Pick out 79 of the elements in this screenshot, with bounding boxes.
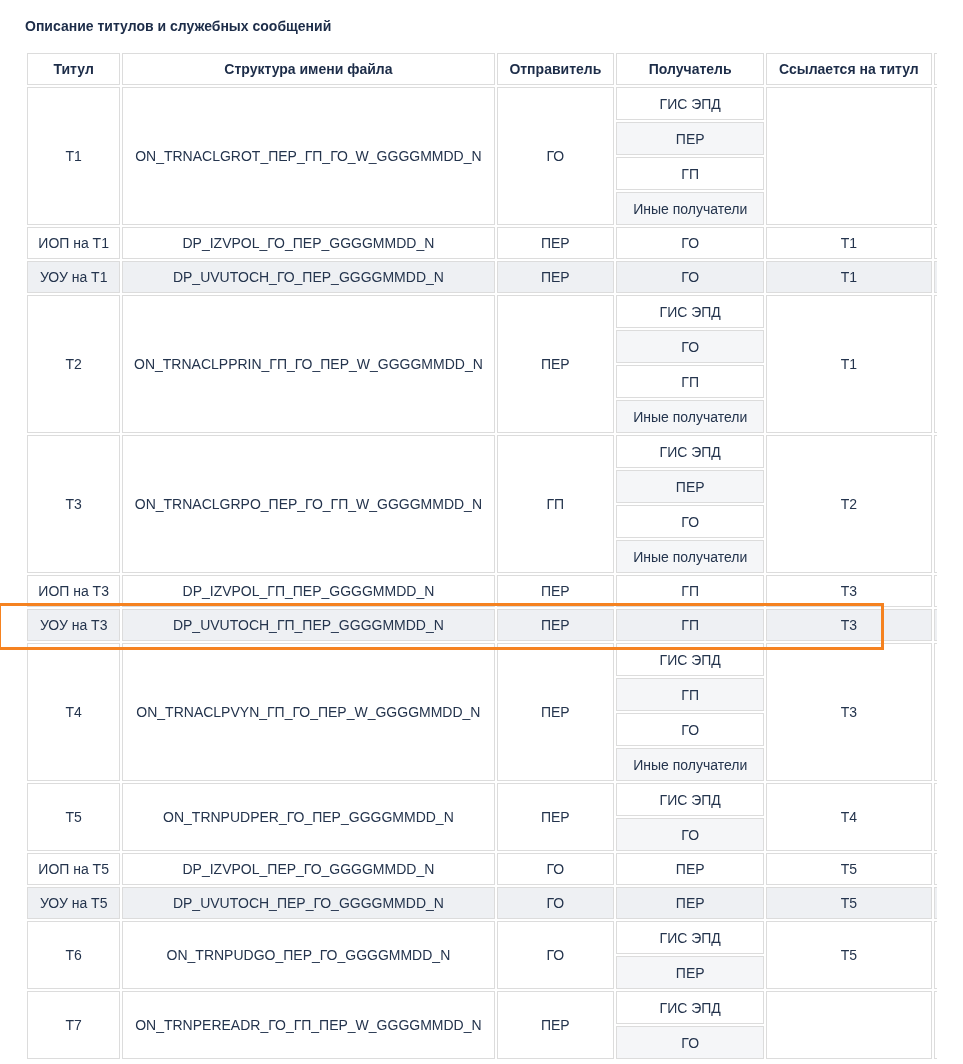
table-cell: Т5 bbox=[27, 783, 121, 851]
table-cell: Т5 bbox=[766, 887, 932, 919]
table-cell: ПЕР bbox=[496, 783, 615, 851]
table-cell: ГИС ЭПД bbox=[616, 921, 765, 954]
table-cell: DP_IZVPOL_ГП_ПЕР_GGGGMMDD_N bbox=[122, 575, 495, 607]
column-header: Титул bbox=[27, 53, 121, 85]
table-cell: ГИС ЭПД bbox=[616, 991, 765, 1024]
table-cell: Иные получатели bbox=[616, 192, 765, 225]
table-cell: ПЕР bbox=[616, 122, 765, 155]
table-cell: Т3 bbox=[766, 575, 932, 607]
table-cell: Т4 bbox=[766, 783, 932, 851]
table-cell: Т1 bbox=[766, 227, 932, 259]
table-cell: ГО bbox=[616, 818, 765, 851]
table-cell: DP_IZVPOL_ГО_ПЕР_GGGGMMDD_N bbox=[122, 227, 495, 259]
table-cell: Иные получатели bbox=[616, 400, 765, 433]
table-cell: ГО bbox=[496, 853, 615, 885]
table-cell: DP_UVUTOCH_ГП_ПЕР_GGGGMMDD_N bbox=[122, 609, 495, 641]
table-cell: ON_TRNPUDGO_ПЕР_ГО_GGGGMMDD_N bbox=[122, 921, 495, 989]
table-cell: Т1 bbox=[766, 261, 932, 293]
column-header: Ссылается на титул bbox=[766, 53, 932, 85]
table-cell: ГП bbox=[616, 365, 765, 398]
table-cell: Т6 bbox=[27, 921, 121, 989]
table-cell: ГИС ЭПД bbox=[616, 295, 765, 328]
table-cell: ГИС ЭПД bbox=[616, 435, 765, 468]
section-title: Описание титулов и служебных сообщений bbox=[25, 18, 333, 34]
table-cell: ГП bbox=[616, 609, 765, 641]
table-cell: ПЕР bbox=[496, 261, 615, 293]
table-cell: Т5 bbox=[766, 853, 932, 885]
column-header: Структура имени файла bbox=[122, 53, 495, 85]
table-cell: УОУ на Т5 bbox=[27, 887, 121, 919]
table-cell: ИОП на Т1 bbox=[27, 227, 121, 259]
table-cell: Т5 bbox=[766, 921, 932, 989]
column-header: Отправитель bbox=[496, 53, 615, 85]
table-cell: ON_TRNACLPPRIN_ГП_ГО_ПЕР_W_GGGGMMDD_N bbox=[122, 295, 495, 433]
table-cell: Иные получатели bbox=[616, 540, 765, 573]
table-cell: ПЕР bbox=[496, 991, 615, 1059]
table-cell: Т3 bbox=[27, 435, 121, 573]
table-cell: Т7 bbox=[27, 991, 121, 1059]
table-cell: Т3 bbox=[766, 643, 932, 781]
table-cell: ГО bbox=[616, 505, 765, 538]
table-cell: ГИС ЭПД bbox=[616, 783, 765, 816]
table-cell: ГИС ЭПД bbox=[616, 87, 765, 120]
table-cell: ГО bbox=[496, 887, 615, 919]
table-cell: Т2 bbox=[766, 435, 932, 573]
table-cell: ГО bbox=[616, 227, 765, 259]
table-cell: ON_TRNPEREADR_ГО_ГП_ПЕР_W_GGGGMMDD_N bbox=[122, 991, 495, 1059]
table-cell: ПЕР bbox=[496, 227, 615, 259]
table-cell: ПЕР bbox=[616, 853, 765, 885]
table-cell: ПЕР bbox=[616, 470, 765, 503]
table-cell: ГП bbox=[496, 435, 615, 573]
table-cell: ПЕР bbox=[496, 575, 615, 607]
table-cell: ГО bbox=[616, 1026, 765, 1059]
table-cell: ГП bbox=[616, 575, 765, 607]
table-cell: ПЕР bbox=[496, 295, 615, 433]
table-cell: ПЕР bbox=[616, 887, 765, 919]
table-cell: Т3 bbox=[766, 609, 932, 641]
column-header: Получатель bbox=[616, 53, 765, 85]
table-cell: ГО bbox=[496, 921, 615, 989]
table-cell: ГО bbox=[496, 87, 615, 225]
table-cell: ПЕР bbox=[616, 956, 765, 989]
table-cell: DP_UVUTOCH_ГО_ПЕР_GGGGMMDD_N bbox=[122, 261, 495, 293]
table-cell: ГО bbox=[616, 261, 765, 293]
table-cell: ON_TRNACLGRPO_ПЕР_ГО_ГП_W_GGGGMMDD_N bbox=[122, 435, 495, 573]
table-cell: Т1 bbox=[766, 295, 932, 433]
table-cell: ПЕР bbox=[496, 609, 615, 641]
table-cell: Т2 bbox=[27, 295, 121, 433]
table-cell: УОУ на Т1 bbox=[27, 261, 121, 293]
table-cell: ИОП на Т5 bbox=[27, 853, 121, 885]
table-cell: Т1 bbox=[27, 87, 121, 225]
table-cell: DP_IZVPOL_ПЕР_ГО_GGGGMMDD_N bbox=[122, 853, 495, 885]
table-cell: ГО bbox=[616, 330, 765, 363]
table-cell: ON_TRNPUDPER_ГО_ПЕР_GGGGMMDD_N bbox=[122, 783, 495, 851]
table-cell: ГП bbox=[616, 157, 765, 190]
table-cell: ON_TRNACLGROT_ПЕР_ГП_ГО_W_GGGGMMDD_N bbox=[122, 87, 495, 225]
table-cell: ИОП на Т3 bbox=[27, 575, 121, 607]
table-cell: Иные получатели bbox=[616, 748, 765, 781]
table-cell: ГО bbox=[616, 713, 765, 746]
table-cell: DP_UVUTOCH_ПЕР_ГО_GGGGMMDD_N bbox=[122, 887, 495, 919]
table-cell: ГП bbox=[616, 678, 765, 711]
